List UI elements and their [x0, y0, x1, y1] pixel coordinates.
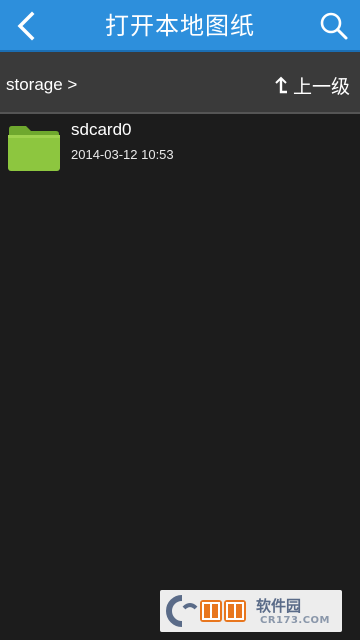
folder-icon: [8, 126, 60, 171]
path-bar: storage > 上一级: [0, 52, 360, 114]
file-list: sdcard0 2014-03-12 10:53: [0, 114, 360, 640]
up-level-button[interactable]: 上一级: [273, 52, 350, 114]
chevron-left-icon: [17, 11, 35, 41]
back-button[interactable]: [0, 0, 52, 52]
up-level-label: 上一级: [292, 75, 350, 98]
page-title: 打开本地图纸: [105, 12, 255, 40]
list-item[interactable]: sdcard0 2014-03-12 10:53: [0, 114, 360, 186]
file-name: sdcard0: [71, 120, 132, 139]
logo-icon: [166, 595, 246, 627]
watermark-site: CR173.COM: [260, 615, 331, 626]
return-up-icon: [275, 76, 287, 94]
screen: 打开本地图纸 storage > 上一级 sdcard0 2014-03-12 …: [0, 0, 360, 640]
file-date: 2014-03-12 10:53: [71, 147, 174, 162]
title-bar: 打开本地图纸: [0, 0, 360, 52]
watermark: 软件园 CR173.COM: [160, 590, 342, 632]
search-button[interactable]: [308, 0, 360, 52]
watermark-brand: 软件园: [256, 597, 302, 615]
breadcrumb[interactable]: storage >: [6, 52, 77, 114]
search-icon: [320, 12, 348, 40]
